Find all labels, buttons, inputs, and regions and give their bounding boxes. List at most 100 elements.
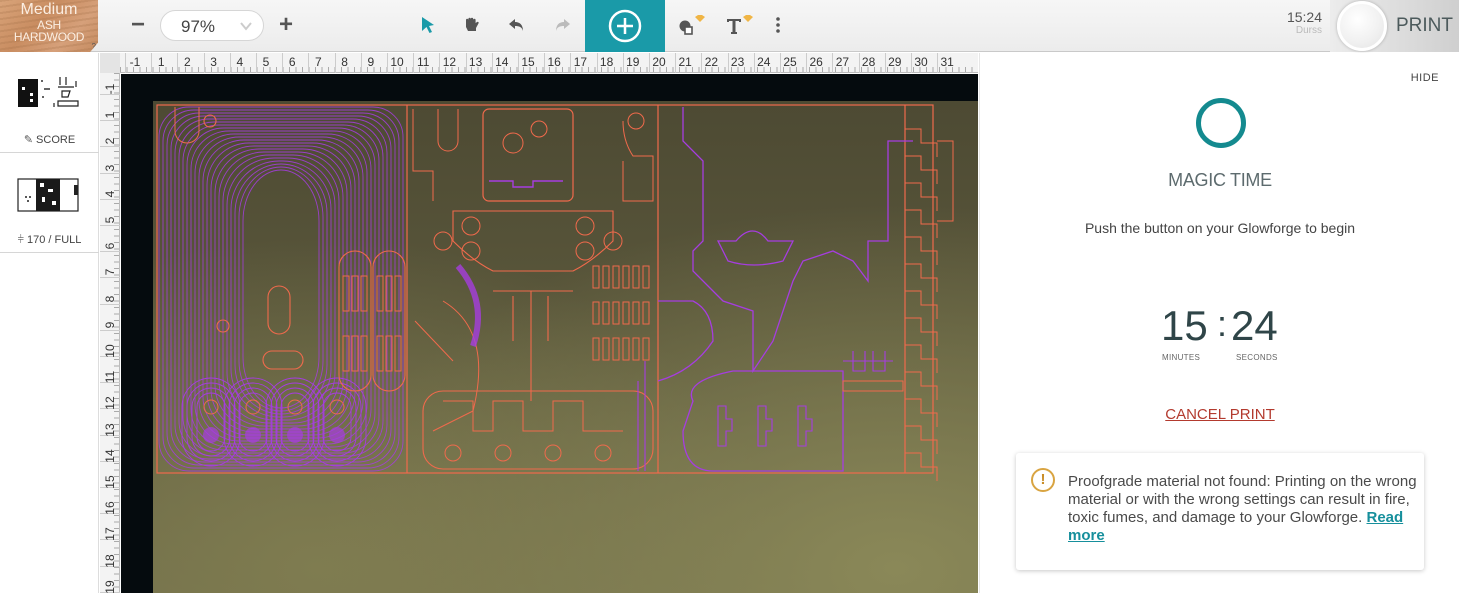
zoom-level-dropdown[interactable]: 97% bbox=[160, 10, 264, 41]
ruler-tick-label: 13 bbox=[468, 55, 483, 69]
status-title: MAGIC TIME bbox=[1168, 170, 1272, 190]
cut-comb bbox=[612, 301, 620, 325]
cut-circle bbox=[329, 399, 345, 415]
pan-tool-button[interactable] bbox=[460, 13, 484, 37]
cut-slot bbox=[360, 275, 368, 312]
ruler-horizontal: -1 1 2 3 4 5 6 7 8 9 10 11 12 13 14 15 16 17 18 19 20 21 22 23 2… bbox=[120, 53, 978, 73]
select-tool-button[interactable] bbox=[416, 13, 440, 37]
cut-comb bbox=[632, 265, 640, 289]
cut-finger-joint bbox=[905, 344, 938, 373]
cut-circle bbox=[627, 112, 645, 130]
score-line bbox=[637, 361, 646, 471]
ruler-corner bbox=[100, 53, 120, 73]
score-tab bbox=[797, 405, 813, 447]
ruler-tick-label: 14 bbox=[103, 449, 117, 463]
zoom-in-button[interactable]: + bbox=[273, 12, 299, 38]
undo-icon bbox=[509, 19, 523, 31]
score-arc bbox=[455, 264, 481, 347]
ruler-tick bbox=[727, 53, 729, 73]
score-contour bbox=[238, 166, 324, 412]
cut-shape bbox=[452, 210, 614, 272]
cut-comb bbox=[632, 337, 640, 361]
proofgrade-warning: ! Proofgrade material not found: Printin… bbox=[1016, 453, 1424, 570]
cut-comb bbox=[612, 265, 620, 289]
ruler-tick bbox=[203, 53, 205, 73]
design-artwork[interactable] bbox=[153, 101, 978, 593]
cut-comb bbox=[632, 301, 640, 325]
shapes-premium-button[interactable] bbox=[676, 13, 706, 37]
score-shape bbox=[682, 107, 913, 374]
cut-finger-joint bbox=[905, 371, 938, 400]
ruler-tick bbox=[911, 53, 912, 73]
ruler-tick-label: 20 bbox=[652, 55, 666, 69]
text-premium-button[interactable] bbox=[724, 13, 754, 37]
cancel-print-button[interactable]: CANCEL PRINT bbox=[980, 406, 1459, 423]
score-tab bbox=[717, 405, 733, 447]
ruler-tick-label: 27 bbox=[835, 55, 850, 69]
ruler-tick bbox=[780, 53, 781, 73]
ruler-tick-label: 1 bbox=[157, 55, 165, 69]
score-shape bbox=[682, 370, 844, 472]
ruler-tick-label: 28 bbox=[861, 55, 876, 69]
material-camera-view bbox=[153, 101, 978, 593]
zoom-out-button[interactable]: − bbox=[125, 12, 151, 38]
more-menu-button[interactable] bbox=[766, 13, 790, 37]
pencil-icon: ✎ bbox=[23, 134, 34, 146]
ruler-tick-label: 15 bbox=[103, 475, 117, 489]
hand-icon bbox=[466, 17, 479, 31]
ruler-tick bbox=[360, 53, 362, 73]
printer-bed-canvas[interactable] bbox=[121, 74, 978, 593]
ruler-tick bbox=[858, 53, 860, 73]
score-line bbox=[489, 180, 563, 188]
zoom-level-value: 97% bbox=[181, 17, 216, 36]
cut-comb bbox=[622, 301, 630, 325]
top-toolbar: Medium ASH HARDWOOD ? − 97% + 15:24 Durs… bbox=[0, 0, 1459, 52]
print-button[interactable]: PRINT bbox=[1330, 0, 1459, 52]
ruler-tick bbox=[491, 53, 493, 73]
material-selector[interactable]: Medium ASH HARDWOOD ? bbox=[0, 0, 98, 52]
step-item-score[interactable]: ✎ SCORE bbox=[0, 53, 99, 153]
ruler-tick bbox=[125, 53, 126, 73]
ruler-tick-label: 19 bbox=[626, 55, 640, 69]
cut-comb bbox=[602, 265, 610, 289]
score-contour bbox=[218, 151, 344, 427]
ruler-tick-label: 7 bbox=[315, 55, 322, 69]
print-timer: 15 : 24 MINUTES SECONDS bbox=[1155, 301, 1295, 362]
cut-bar bbox=[842, 380, 904, 392]
ruler-tick-label: 11 bbox=[103, 370, 117, 384]
cut-circle bbox=[494, 444, 512, 462]
ruler-tick-label: 25 bbox=[783, 55, 797, 69]
ruler-tick bbox=[596, 53, 598, 73]
ruler-tick bbox=[177, 53, 179, 73]
add-artwork-button[interactable] bbox=[585, 0, 665, 52]
cut-circle bbox=[502, 132, 524, 154]
cut-stem bbox=[493, 290, 573, 401]
ruler-tick-label: 2 bbox=[184, 55, 191, 69]
warning-message: Proofgrade material not found: Printing … bbox=[1068, 473, 1418, 545]
score-fill bbox=[245, 427, 261, 443]
score-shape bbox=[716, 230, 795, 266]
cut-pill bbox=[262, 350, 304, 370]
step-item-cut[interactable]: ⫩ 170 / FULL bbox=[0, 153, 99, 253]
ruler-tick bbox=[465, 53, 467, 73]
ruler-tick bbox=[413, 53, 415, 73]
cut-arc bbox=[414, 300, 480, 432]
cut-comb bbox=[592, 265, 600, 289]
cut-comb bbox=[642, 265, 650, 289]
ruler-tick-label: 10 bbox=[390, 55, 404, 69]
cut-comb bbox=[642, 337, 650, 361]
redo-button[interactable] bbox=[550, 13, 574, 37]
ruler-tick-label: 3 bbox=[103, 164, 117, 171]
ruler-tick-label: 26 bbox=[809, 55, 823, 69]
estimated-time: 15:24 bbox=[1286, 9, 1322, 25]
cut-shape bbox=[412, 109, 459, 201]
ruler-tick bbox=[439, 53, 441, 73]
cut-slot bbox=[360, 335, 368, 372]
material-help-icon[interactable]: ? bbox=[92, 42, 96, 51]
ruler-vertical: -1 1 2 3 4 5 6 7 8 9 10 11 12 13 14 15 16 17 18 19 bbox=[100, 73, 120, 593]
cut-slot bbox=[376, 335, 384, 372]
warning-icon: ! bbox=[1031, 468, 1055, 492]
hide-panel-button[interactable]: HIDE bbox=[1411, 72, 1439, 84]
ruler-tick-label: 24 bbox=[757, 55, 771, 69]
undo-button[interactable] bbox=[505, 13, 529, 37]
